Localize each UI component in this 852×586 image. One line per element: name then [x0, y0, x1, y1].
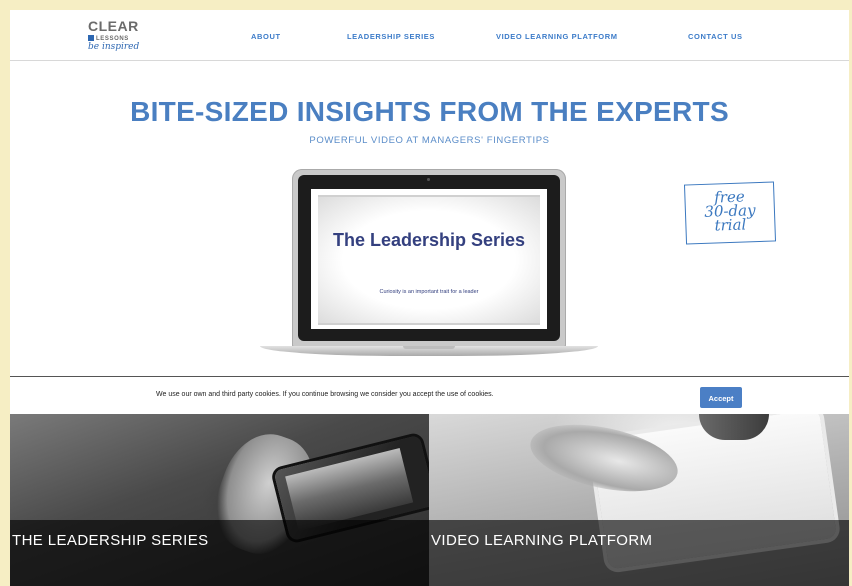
tile-video-learning-platform-label: VIDEO LEARNING PLATFORM	[431, 532, 653, 549]
nav-leadership-series[interactable]: LEADERSHIP SERIES	[347, 32, 435, 41]
site-header: CLEAR LESSONS be inspired ABOUT LEADERSH…	[10, 10, 849, 61]
hero-subtitle: POWERFUL VIDEO AT MANAGERS' FINGERTIPS	[309, 135, 550, 146]
nav-video-learning-platform[interactable]: VIDEO LEARNING PLATFORM	[496, 32, 618, 41]
tile-leadership-series-label: THE LEADERSHIP SERIES	[12, 532, 209, 549]
video-frame: The Leadership Series Curiosity is an im…	[318, 195, 540, 325]
cookie-banner: We use our own and third party cookies. …	[10, 376, 849, 415]
camera-icon	[427, 178, 430, 181]
page: CLEAR LESSONS be inspired ABOUT LEADERSH…	[10, 10, 849, 586]
free-trial-stamp[interactable]: free 30-day trial	[683, 181, 777, 245]
laptop-base	[260, 346, 598, 356]
tile-leadership-series[interactable]: THE LEADERSHIP SERIES	[10, 414, 429, 586]
video-caption: Curiosity is an important trait for a le…	[379, 289, 479, 295]
logo-square-icon	[88, 35, 94, 41]
laptop-screen[interactable]: The Leadership Series Curiosity is an im…	[311, 189, 547, 329]
stamp-line-3: trial	[714, 215, 747, 235]
accept-cookies-button[interactable]: Accept	[700, 387, 742, 408]
nav-contact-us[interactable]: CONTACT US	[688, 32, 743, 41]
logo-tagline: be inspired	[88, 42, 140, 52]
laptop-bezel: The Leadership Series Curiosity is an im…	[298, 175, 560, 341]
video-title: The Leadership Series	[332, 230, 526, 250]
cookie-notice-text: We use our own and third party cookies. …	[156, 391, 494, 398]
laptop-notch	[403, 346, 455, 349]
logo-subtitle: LESSONS	[88, 35, 129, 42]
nav-about[interactable]: ABOUT	[251, 32, 281, 41]
logo-wordmark: CLEAR	[88, 18, 139, 34]
laptop-illustration: The Leadership Series Curiosity is an im…	[292, 169, 566, 347]
tile-video-learning-platform[interactable]: VIDEO LEARNING PLATFORM	[429, 414, 849, 586]
tile-caption-band	[429, 520, 849, 586]
hero-title: BITE-SIZED INSIGHTS FROM THE EXPERTS	[130, 96, 729, 127]
clear-lessons-logo[interactable]: CLEAR LESSONS be inspired	[88, 18, 158, 54]
tile-caption-band	[10, 520, 429, 586]
